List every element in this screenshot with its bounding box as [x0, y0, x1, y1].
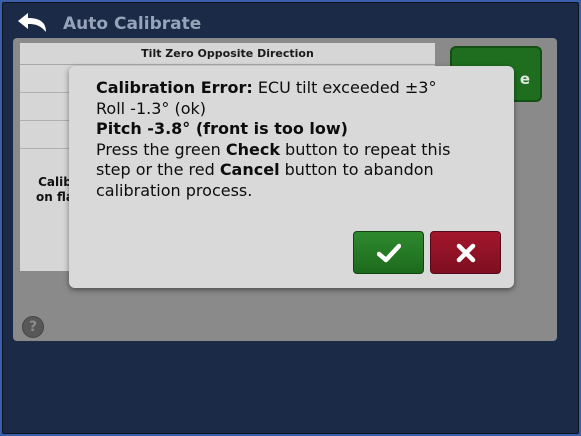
- pitch-value: Pitch -3.8° (front is too low): [96, 119, 501, 140]
- instruction-text: button to repeat this: [279, 139, 451, 159]
- back-arrow-icon: [18, 13, 46, 32]
- close-icon: [456, 243, 475, 262]
- check-icon: [376, 243, 401, 262]
- error-line-1: Calibration Error: ECU tilt exceeded ±3°: [96, 78, 501, 99]
- instruction-text: step or the red: [96, 160, 220, 179]
- roll-value: Roll -1.3° (ok): [96, 98, 207, 118]
- instruction-cancel-word: Cancel: [219, 160, 280, 179]
- instruction-line-1: Press the green Check button to repeat t…: [96, 140, 501, 161]
- table-header: Tilt Zero Opposite Direction: [20, 43, 435, 65]
- side-action-label: e: [519, 70, 530, 88]
- help-glyph: ?: [28, 319, 38, 335]
- error-dialog: Calibration Error: ECU tilt exceeded ±3°…: [69, 66, 514, 288]
- pitch-value-text: Pitch -3.8° (front is too low): [96, 119, 348, 138]
- error-detail: ECU tilt exceeded ±3°: [252, 78, 437, 97]
- title-bar: Auto Calibrate: [2, 6, 579, 42]
- cancel-button[interactable]: [430, 231, 501, 274]
- back-button[interactable]: [16, 12, 50, 36]
- instruction-text: button to abandon: [279, 160, 434, 179]
- help-icon[interactable]: ?: [22, 316, 44, 338]
- instruction-line-3: calibration process.: [96, 180, 253, 200]
- instruction-check-word: Check: [225, 139, 280, 159]
- error-message: Calibration Error: ECU tilt exceeded ±3°…: [96, 78, 501, 201]
- instruction-text: Press the green: [96, 139, 226, 159]
- confirm-button[interactable]: [353, 231, 424, 274]
- instruction-line-2: step or the red Cancel button to abandon: [96, 160, 501, 181]
- error-heading: Calibration Error:: [96, 78, 253, 97]
- page-title: Auto Calibrate: [63, 14, 202, 34]
